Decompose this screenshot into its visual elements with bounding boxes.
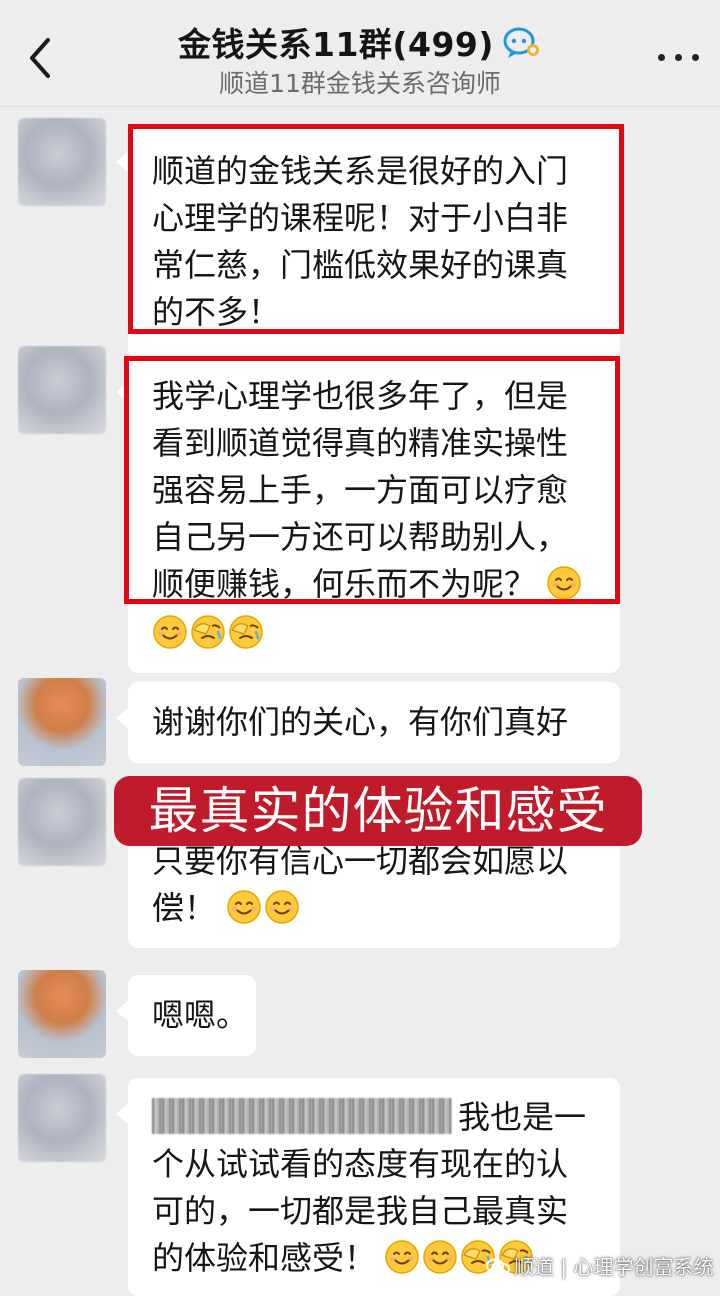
chat-subtitle: 顺道11群金钱关系咨询师 — [219, 69, 501, 98]
message-bubble[interactable]: 顺道的金钱关系是很好的入门 心理学的课程呢！对于小白非 常仁慈，门槛低效果好的课… — [116, 126, 620, 358]
message-line: 自己另一方还可以帮助别人， — [152, 518, 569, 556]
chat-title: 金钱关系11群(499) — [0, 18, 720, 68]
message-line: 看到顺道觉得真的精准实操性 — [152, 424, 569, 462]
message-line: 顺道的金钱关系是很好的入门 — [152, 152, 569, 190]
message-bubble[interactable]: 我学心理学也很多年了，但是 看到顺道觉得真的精准实操性 强容易上手，一方面可以疗… — [116, 356, 620, 673]
more-dot — [675, 54, 682, 61]
message-bubble[interactable]: 嗯嗯。 — [116, 975, 256, 1056]
smile-emoji-icon — [152, 614, 188, 650]
smile-emoji-icon — [226, 889, 262, 925]
message-line: 我学心理学也很多年了，但是 — [152, 377, 569, 415]
watermark-text: 顺道 | 心理学创富系统 — [514, 1255, 714, 1279]
watermark: 顺道 | 心理学创富系统 — [486, 1251, 713, 1280]
avatar[interactable] — [18, 118, 106, 206]
avatar[interactable] — [18, 678, 106, 766]
message-text: 顺便赚钱，何乐而不为呢？ — [152, 565, 537, 603]
avatar[interactable] — [18, 346, 106, 434]
more-button[interactable] — [654, 48, 704, 68]
more-dot — [658, 54, 665, 61]
message-line: 可的，一切都是我自己最真实 — [152, 1192, 569, 1230]
message-line: 心理学的课程呢！对于小白非 — [152, 199, 569, 237]
smile-emoji-icon — [422, 1239, 458, 1275]
message-text: 我也是一 — [458, 1098, 587, 1136]
more-dot — [692, 54, 699, 61]
facepalm-emoji-icon — [228, 614, 264, 650]
message-line: 我也是一 — [152, 1094, 598, 1141]
message-bubble[interactable]: 谢谢你们的关心，有你们真好 — [116, 682, 620, 763]
avatar[interactable] — [18, 778, 106, 866]
message-line: 的不多！ — [152, 293, 281, 331]
highlight-banner: 最真实的体验和感受 — [114, 776, 642, 846]
message-line: 顺便赚钱，何乐而不为呢？ — [152, 561, 598, 608]
message-line: 偿！ — [152, 885, 598, 932]
facepalm-emoji-icon — [190, 614, 226, 650]
message-line: 个从试试看的态度有现在的认 — [152, 1145, 569, 1183]
redacted-text — [152, 1098, 452, 1134]
message-line: 强容易上手，一方面可以疗愈 — [152, 471, 569, 509]
chat-title-text: 金钱关系11群(499) — [178, 25, 494, 64]
message-text: 的体验和感受！ — [152, 1239, 377, 1277]
wechat-official-account-icon — [486, 1257, 510, 1277]
avatar[interactable] — [18, 970, 106, 1058]
message-line: 常仁慈，门槛低效果好的课真 — [152, 246, 569, 284]
smile-emoji-icon — [546, 565, 582, 601]
message-text: 偿！ — [152, 889, 217, 927]
message-line: 谢谢你们的关心，有你们真好 — [152, 703, 569, 741]
message-line: 嗯嗯。 — [152, 996, 249, 1034]
smile-emoji-icon — [264, 889, 300, 925]
chat-header: 金钱关系11群(499) 顺道11群金钱关系咨询师 — [0, 0, 720, 107]
smile-emoji-icon — [384, 1239, 420, 1275]
group-chat-icon — [502, 26, 542, 68]
emoji-row — [152, 608, 598, 657]
avatar[interactable] — [18, 1074, 106, 1162]
